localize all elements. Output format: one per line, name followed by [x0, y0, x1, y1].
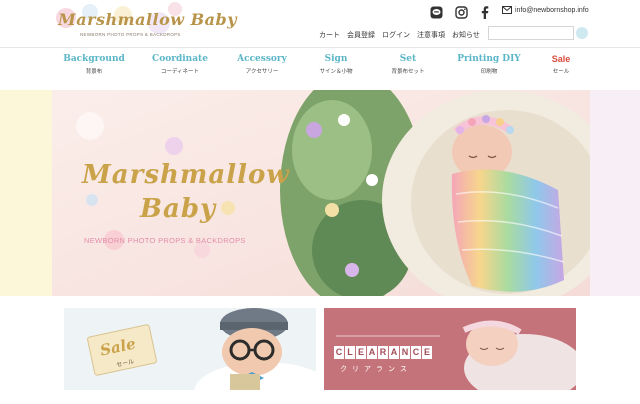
email-link[interactable]: info@newbornshop.info: [502, 6, 589, 14]
nav-news[interactable]: お知らせ: [452, 30, 480, 40]
nav-login[interactable]: ログイン: [382, 30, 410, 40]
clearance-letter: A: [367, 346, 377, 359]
category-sublabel: 背景布: [85, 69, 103, 75]
category-nav: Background 背景布 Coordinate コーディネート Access…: [0, 48, 640, 88]
hero-side-panel-right: [590, 90, 640, 296]
category-label: Sale: [551, 54, 571, 64]
nav-register[interactable]: 会員登録: [347, 30, 375, 40]
search-input[interactable]: [488, 26, 574, 40]
search-button[interactable]: [576, 27, 588, 39]
clearance-letter: E: [356, 346, 366, 359]
sale-banner[interactable]: Sale セール: [64, 308, 316, 390]
category-background[interactable]: Background 背景布: [63, 54, 125, 75]
category-sublabel: セール: [552, 69, 570, 75]
hero-title-line2: Baby: [140, 194, 217, 224]
category-label: Set: [399, 54, 417, 64]
category-label: Sign: [324, 54, 348, 64]
hero-subtitle: NEWBORN PHOTO PROPS & BACKDROPS: [84, 236, 246, 245]
hero-title-line1: Marshmallow: [82, 160, 290, 190]
logo-subtitle: NEWBORN PHOTO PROPS & BACKDROPS: [80, 32, 181, 37]
category-sublabel: サイン＆小物: [319, 69, 353, 75]
instagram-icon[interactable]: [455, 5, 468, 19]
category-sign[interactable]: Sign サイン＆小物: [319, 54, 352, 75]
clearance-letter: C: [334, 346, 344, 359]
clearance-letter: C: [411, 346, 421, 359]
hero-illustration: [52, 90, 590, 296]
site-logo[interactable]: Marshmallow Baby NEWBORN PHOTO PROPS & B…: [52, 2, 237, 46]
line-icon[interactable]: [430, 5, 443, 19]
clearance-letter: E: [422, 346, 432, 359]
nav-cart[interactable]: カート: [319, 30, 340, 40]
category-set[interactable]: Set 背景布セット: [391, 54, 424, 75]
mail-icon: [502, 6, 512, 14]
category-label: Printing DIY: [457, 54, 521, 64]
clearance-letter: A: [389, 346, 399, 359]
clearance-letter: N: [400, 346, 410, 359]
category-label: Accessory: [237, 54, 287, 64]
category-printing-diy[interactable]: Printing DIY 印刷物: [457, 54, 520, 75]
category-sublabel: アクセサリー: [245, 69, 279, 75]
category-coordinate[interactable]: Coordinate コーディネート: [152, 54, 208, 75]
category-sublabel: 背景布セット: [391, 69, 425, 75]
hero-side-panel-left: [0, 90, 52, 296]
category-label: Background: [63, 54, 125, 64]
clearance-letters: C L E A R A N C E: [334, 346, 432, 359]
utility-nav: カート 会員登録 ログイン 注意事項 お知らせ: [319, 30, 480, 40]
clearance-letter: R: [378, 346, 388, 359]
email-text: info@newbornshop.info: [515, 6, 589, 14]
clearance-letter: L: [345, 346, 355, 359]
category-sublabel: 印刷物: [480, 69, 498, 75]
category-accessory[interactable]: Accessory アクセサリー: [237, 54, 287, 75]
site-header: Marshmallow Baby NEWBORN PHOTO PROPS & B…: [0, 0, 640, 48]
facebook-icon[interactable]: [480, 5, 489, 19]
nav-notes[interactable]: 注意事項: [417, 30, 445, 40]
hero-banner[interactable]: Marshmallow Baby NEWBORN PHOTO PROPS & B…: [52, 90, 590, 296]
category-sublabel: コーディネート: [160, 69, 200, 75]
category-sale[interactable]: Sale セール: [552, 54, 571, 75]
clearance-banner[interactable]: C L E A R A N C E クリアランス: [324, 308, 576, 390]
category-label: Coordinate: [152, 54, 208, 64]
clearance-sublabel: クリアランス: [340, 366, 412, 373]
logo-title: Marshmallow Baby: [58, 10, 237, 29]
